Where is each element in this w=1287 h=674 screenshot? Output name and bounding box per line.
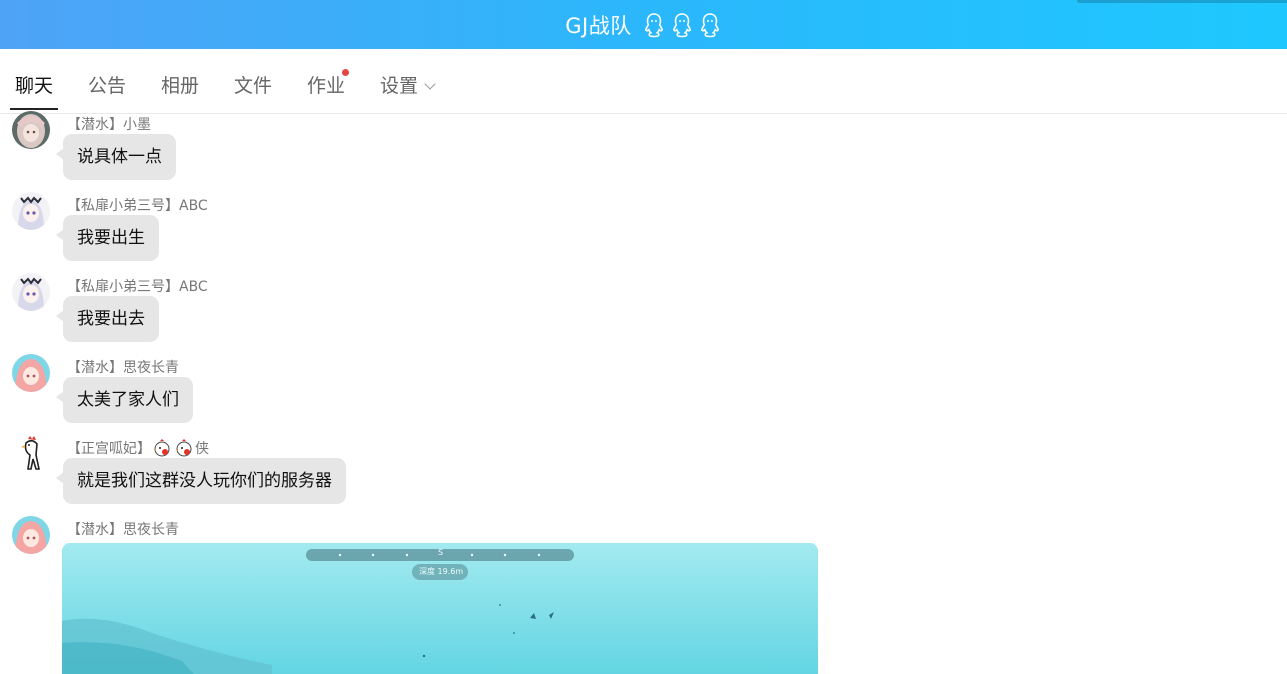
anime-girl-avatar-icon — [12, 192, 50, 230]
anime-girl-avatar-icon — [12, 273, 50, 311]
tab-announcements[interactable]: 公告 — [88, 49, 126, 113]
tab-files-label: 文件 — [234, 75, 273, 97]
qq-penguin-icon — [672, 12, 691, 37]
notification-dot — [342, 69, 350, 76]
sender-name: 【潜水】思夜长青 — [67, 360, 179, 376]
avatar[interactable] — [12, 192, 50, 230]
tab-album-label: 相册 — [161, 75, 200, 97]
anime-girl-avatar-icon — [12, 516, 50, 554]
group-tab-bar: 聊天 公告 相册 文件 作业 设置 — [0, 49, 1287, 114]
avatar[interactable] — [12, 354, 50, 392]
sender-name: 【私扉小弟三号】ABC — [67, 198, 208, 214]
tab-chat[interactable]: 聊天 — [9, 49, 59, 113]
anime-girl-avatar-icon — [12, 354, 50, 392]
sender-name: 【潜水】思夜长青 — [67, 522, 179, 538]
sender-name: 【正宫呱妃】 侠 — [67, 438, 209, 458]
tab-homework-label: 作业 — [307, 75, 346, 97]
game-screenshot-image — [62, 543, 818, 674]
overlapping-window-edge — [1077, 0, 1287, 3]
tab-homework[interactable]: 作业 — [307, 49, 350, 113]
message-bubble[interactable]: 我要出去 — [56, 296, 159, 342]
message-bubble[interactable]: 就是我们这群没人玩你们的服务器 — [56, 458, 346, 504]
avatar[interactable] — [12, 435, 50, 473]
qq-penguin-icon — [644, 12, 663, 37]
chick-emoji-icon — [176, 439, 192, 457]
window-title-bar: GJ战队 — [0, 0, 1287, 49]
message-bubble[interactable]: 说具体一点 — [56, 134, 176, 180]
sender-name: 【私扉小弟三号】ABC — [67, 279, 208, 295]
sender-name-suffix: 侠 — [195, 441, 209, 457]
avatar[interactable] — [12, 273, 50, 311]
sender-name-prefix: 【正宫呱妃】 — [67, 441, 151, 457]
tab-chat-label: 聊天 — [15, 75, 54, 97]
tab-announcements-label: 公告 — [88, 75, 127, 97]
group-title: GJ战队 — [565, 13, 632, 38]
chevron-down-icon — [424, 78, 436, 90]
rooster-icon — [12, 435, 50, 473]
message-bubble[interactable]: 我要出生 — [56, 215, 159, 261]
tab-files[interactable]: 文件 — [234, 49, 272, 113]
anime-girl-avatar-icon — [12, 111, 50, 149]
chick-emoji-icon — [154, 439, 170, 457]
message-bubble[interactable]: 太美了家人们 — [56, 377, 193, 423]
sender-name: 【潜水】小墨 — [67, 117, 151, 133]
avatar[interactable] — [12, 516, 50, 554]
hud-compass-letter: S — [438, 548, 444, 557]
hud-depth-label: 深度 19.6m — [419, 567, 464, 576]
tab-album[interactable]: 相册 — [161, 49, 199, 113]
group-badges — [642, 12, 722, 38]
avatar[interactable] — [12, 111, 50, 149]
tab-settings[interactable]: 设置 — [380, 49, 436, 113]
tab-settings-label: 设置 — [380, 75, 419, 97]
qq-penguin-icon — [700, 12, 719, 37]
image-message[interactable]: S 深度 19.6m — [62, 543, 818, 674]
